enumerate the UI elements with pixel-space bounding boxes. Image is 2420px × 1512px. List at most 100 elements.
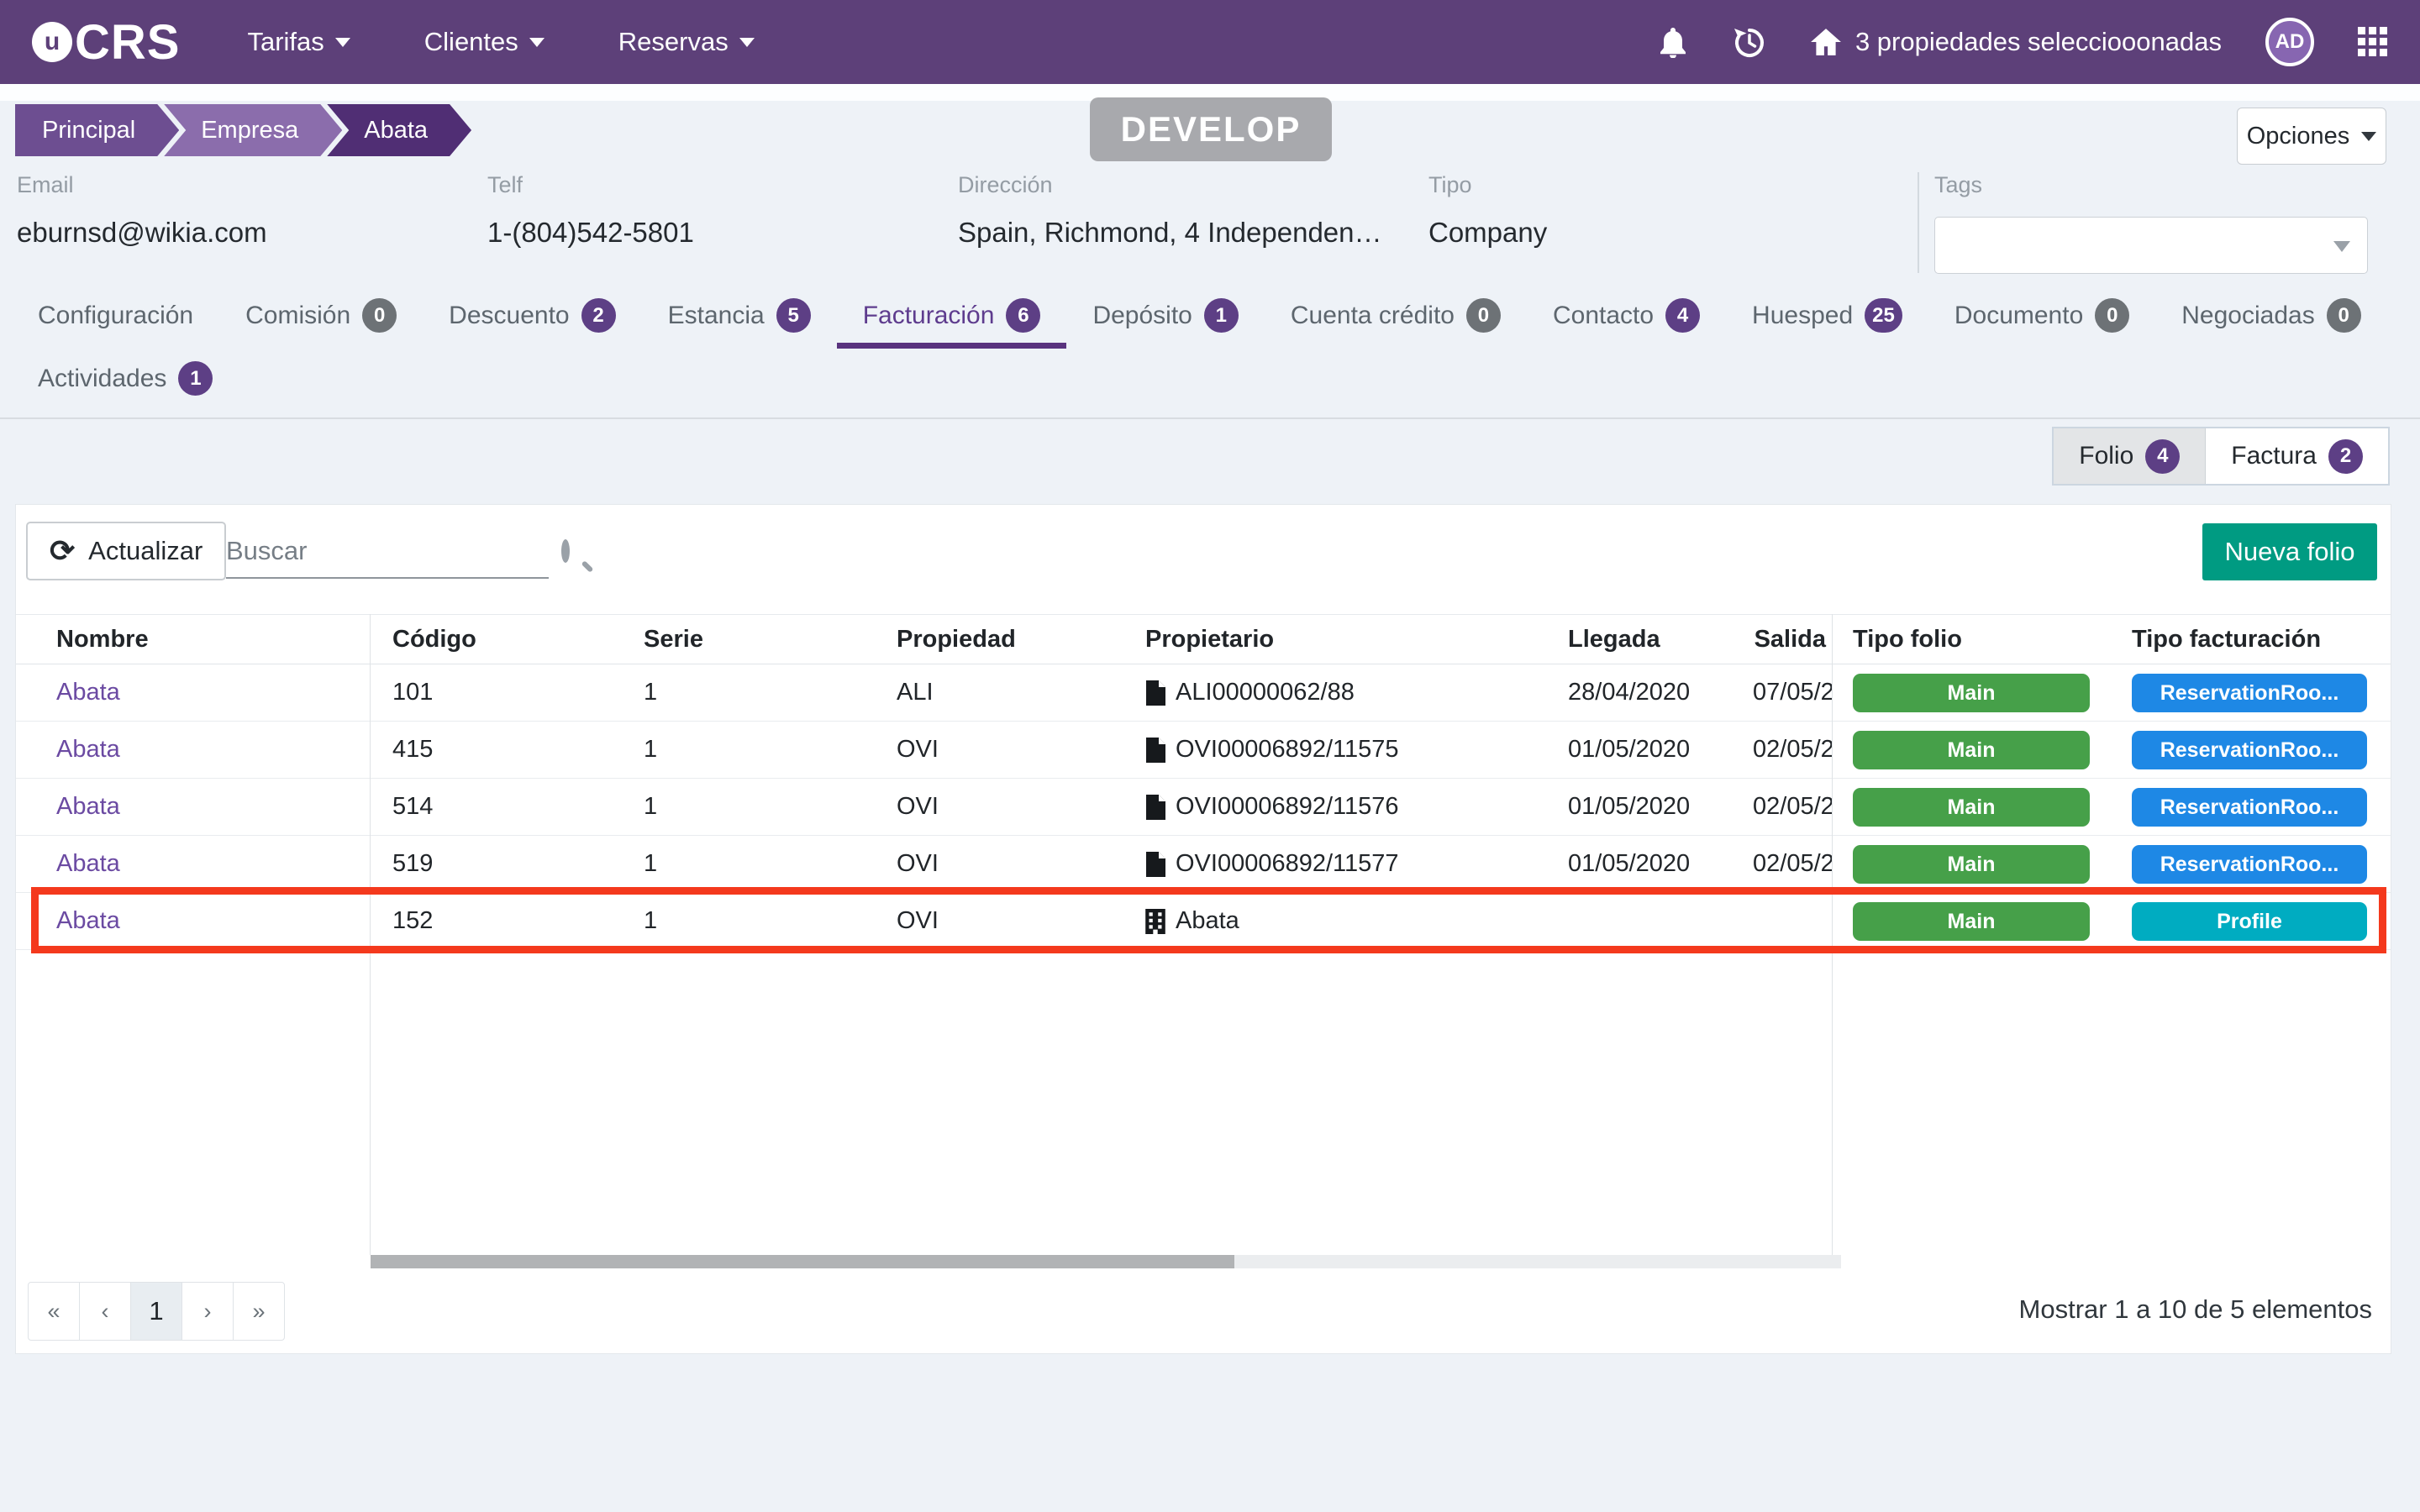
tab-contacto[interactable]: Contacto 4 (1527, 288, 1726, 349)
pagination-next[interactable]: › (182, 1282, 234, 1341)
cell-propiedad: ALI (881, 679, 1134, 706)
building-icon (1145, 909, 1165, 934)
cell-propiedad: OVI (881, 907, 1134, 935)
folio-table-card: ⟳ Actualizar Nueva folio NombreCódigoSer… (15, 504, 2391, 1354)
tab-facturaci-n[interactable]: Facturación 6 (837, 288, 1067, 349)
view-toggle-factura[interactable]: Factura 2 (2205, 428, 2388, 484)
table-row[interactable]: Abata 415 1 OVI OVI00006892/11575 01/05/… (16, 722, 2391, 779)
tipo-facturacion-badge: ReservationRoo... (2132, 674, 2367, 712)
search-field (226, 525, 549, 579)
tab-count-badge: 6 (1006, 298, 1040, 333)
tipo-folio-badge: Main (1853, 902, 2090, 941)
tab-count-badge: 5 (776, 298, 811, 333)
cell-propietario: Abata (1134, 907, 1545, 935)
cell-llegada: 01/05/2020 (1545, 736, 1722, 764)
table-row[interactable]: Abata 514 1 OVI OVI00006892/11576 01/05/… (16, 779, 2391, 836)
notifications-bell-icon[interactable] (1659, 26, 1687, 58)
column-divider (1832, 614, 1833, 1255)
cell-codigo: 415 (371, 736, 623, 764)
tab-count-badge: 25 (1865, 298, 1902, 333)
pagination-page[interactable]: 1 (130, 1282, 182, 1341)
tab-count-badge: 0 (2095, 298, 2129, 333)
develop-badge: DEVELOP (1090, 97, 1332, 161)
cell-salida: 02/05/2 (1722, 793, 1833, 821)
pagination-last[interactable]: » (233, 1282, 285, 1341)
table-row[interactable]: Abata 101 1 ALI ALI00000062/88 28/04/202… (16, 664, 2391, 722)
avatar[interactable]: AD (2265, 18, 2314, 66)
cell-propietario: OVI00006892/11575 (1134, 736, 1545, 764)
breadcrumb-item[interactable]: Abata (327, 104, 471, 156)
tab-actividades[interactable]: Actividades 1 (12, 351, 239, 412)
folio-name-link[interactable]: Abata (56, 679, 120, 706)
new-folio-button[interactable]: Nueva folio (2202, 523, 2377, 580)
tab-documento[interactable]: Documento 0 (1928, 288, 2155, 349)
selected-properties[interactable]: 3 propiedades selecciooonadas (1810, 27, 2222, 57)
refresh-icon: ⟳ (50, 536, 75, 566)
info-field-label: Tipo (1428, 172, 1547, 198)
history-icon[interactable] (1731, 24, 1766, 60)
propietario-icon (1145, 738, 1165, 763)
tipo-facturacion-badge: ReservationRoo... (2132, 845, 2367, 884)
options-button[interactable]: Opciones (2237, 108, 2386, 165)
search-icon (561, 539, 570, 563)
info-field-label: Telf (487, 172, 694, 198)
tags-select[interactable] (1934, 217, 2368, 274)
app-logo[interactable]: u CRS (32, 14, 180, 71)
tipo-folio-badge: Main (1853, 788, 2090, 827)
home-icon (1810, 28, 1842, 56)
view-toggle: Folio 4 Factura 2 (2052, 427, 2390, 486)
folio-name-link[interactable]: Abata (56, 793, 120, 820)
breadcrumb-item[interactable]: Empresa (164, 104, 342, 156)
tab-descuento[interactable]: Descuento 2 (423, 288, 641, 349)
cell-propietario: OVI00006892/11576 (1134, 793, 1545, 821)
info-field-value: 1-(804)542-5801 (487, 217, 694, 249)
tab-configuraci-n[interactable]: Configuración (12, 288, 219, 349)
view-toggle-folio[interactable]: Folio 4 (2054, 428, 2205, 484)
document-icon (1145, 852, 1165, 877)
cell-codigo: 519 (371, 850, 623, 878)
tab-negociadas[interactable]: Negociadas 0 (2155, 288, 2386, 349)
tab-count-badge: 0 (362, 298, 397, 333)
tab-dep-sito[interactable]: Depósito 1 (1066, 288, 1264, 349)
tab-cuenta-cr-dito[interactable]: Cuenta crédito 0 (1265, 288, 1527, 349)
refresh-button[interactable]: ⟳ Actualizar (26, 522, 226, 580)
pagination-prev[interactable]: ‹ (79, 1282, 131, 1341)
nav-menu-item[interactable]: Clientes (424, 27, 544, 57)
breadcrumb-item[interactable]: Principal (15, 104, 179, 156)
cell-serie: 1 (623, 736, 881, 764)
nav-menu-item[interactable]: Tarifas (247, 27, 350, 57)
pagination-first[interactable]: « (28, 1282, 80, 1341)
tabs-row1: Configuración Comisión 0 Descuento 2 Est… (12, 288, 2387, 349)
tab-huesped[interactable]: Huesped 25 (1726, 288, 1928, 349)
folio-name-link[interactable]: Abata (56, 907, 120, 934)
tab-comisi-n[interactable]: Comisión 0 (219, 288, 423, 349)
info-field-value: eburnsd@wikia.com (17, 217, 267, 249)
tipo-folio-badge: Main (1853, 845, 2090, 884)
table-row[interactable]: Abata 152 1 OVI Abata Main Profile (16, 893, 2391, 950)
info-divider (1918, 172, 1919, 273)
column-header-tfolio: Tipo folio (1833, 626, 2117, 654)
column-header-tfact: Tipo facturación (2117, 626, 2391, 654)
table-row[interactable]: Abata 519 1 OVI OVI00006892/11577 01/05/… (16, 836, 2391, 893)
cell-propietario: OVI00006892/11577 (1134, 850, 1545, 878)
tabs-row2: Actividades 1 (12, 351, 239, 412)
tipo-facturacion-badge: ReservationRoo... (2132, 788, 2367, 827)
apps-grid-icon[interactable] (2358, 27, 2388, 57)
search-input[interactable] (226, 536, 561, 566)
tab-count-badge: 2 (581, 298, 616, 333)
folio-name-link[interactable]: Abata (56, 850, 120, 877)
cell-serie: 1 (623, 850, 881, 878)
horizontal-scrollbar-thumb[interactable] (371, 1255, 1234, 1268)
folio-name-link[interactable]: Abata (56, 736, 120, 763)
cell-propietario: ALI00000062/88 (1134, 679, 1545, 706)
document-icon (1145, 795, 1165, 820)
brand-name: CRS (75, 14, 180, 71)
nav-menu-item[interactable]: Reservas (618, 27, 755, 57)
tab-estancia[interactable]: Estancia 5 (642, 288, 837, 349)
tipo-folio-badge: Main (1853, 674, 2090, 712)
cell-salida: 07/05/2 (1722, 679, 1833, 706)
tipo-facturacion-badge: ReservationRoo... (2132, 731, 2367, 769)
cell-serie: 1 (623, 679, 881, 706)
tab-count-badge: 1 (1204, 298, 1239, 333)
pagination: «‹1›» (28, 1282, 285, 1341)
